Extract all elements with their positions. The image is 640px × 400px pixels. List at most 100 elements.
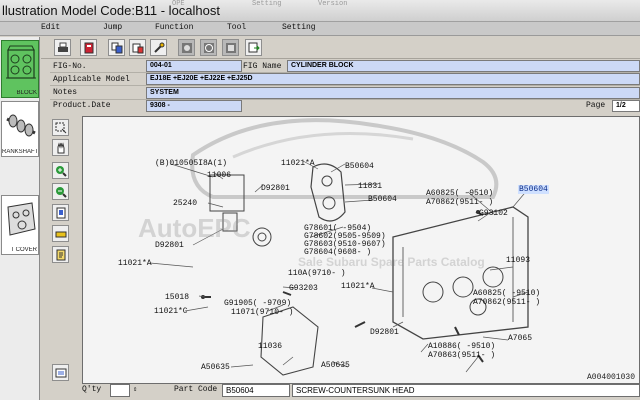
part-callout[interactable]: G78604(9608- ) (304, 248, 371, 257)
part-callout[interactable]: A70862(9511- ) (426, 198, 493, 207)
part-callout[interactable]: (B)010505I8A(1) (155, 159, 227, 168)
applicable-model-field: EJ18E +EJ20E +EJ22E +EJ25D (146, 73, 640, 85)
print-button[interactable] (54, 39, 71, 56)
part-callout[interactable]: 11831 (358, 182, 382, 191)
thumbnail-cylinder-block[interactable]: BLOCK (1, 40, 39, 98)
part-callout[interactable]: D92801 (370, 328, 399, 337)
view-zoom-icon (204, 43, 214, 53)
book-icon (84, 42, 94, 54)
part-callout[interactable]: 11021*A (118, 259, 152, 268)
toolbar (41, 37, 640, 59)
book-button[interactable] (80, 39, 97, 56)
page-field: 1/2 (612, 100, 640, 112)
application-window: llustration Model Code:B11 - localhost O… (0, 0, 640, 400)
view-full-icon (182, 43, 192, 53)
part-callout[interactable]: A50635 (201, 363, 230, 372)
history-button[interactable] (52, 364, 69, 381)
hand-pan-icon (57, 142, 65, 154)
menu-tool[interactable]: Tool (227, 23, 246, 32)
ghost-menu-item: OPE (172, 0, 185, 8)
engine-block-icon (6, 45, 36, 79)
product-date-label: Product.Date (53, 101, 111, 110)
part-callout[interactable]: A70863(9511- ) (428, 351, 495, 360)
row-divider (50, 85, 640, 86)
list-icon (132, 43, 144, 54)
zoom-in-icon (56, 166, 67, 177)
part-callout[interactable]: G93203 (289, 284, 318, 293)
quantity-label: Q'ty (82, 385, 102, 394)
quantity-spinner-icon[interactable]: ⇕ (133, 385, 137, 394)
part-callout[interactable]: 11006 (207, 171, 231, 180)
zoom-out-button[interactable] (52, 183, 69, 200)
list-button[interactable] (129, 39, 146, 56)
notes-icon (56, 249, 66, 261)
wrench-button[interactable] (150, 39, 167, 56)
part-callout[interactable]: 11093 (506, 256, 530, 265)
part-callout[interactable]: G93102 (479, 209, 508, 218)
part-callout[interactable]: 110A(9710- ) (288, 269, 346, 278)
watermark-text: Sale Subaru Spare Parts Catalog (298, 255, 485, 269)
figure-thumbnail-panel: BLOCK RANKSHAFT T COVER (0, 37, 40, 400)
menu-setting[interactable]: Setting (282, 23, 316, 32)
crankshaft-icon (6, 114, 36, 137)
thumbnail-label: T COVER (10, 247, 37, 253)
page-label: Page (586, 101, 606, 110)
part-callout[interactable]: 11071(9710- ) (231, 308, 293, 317)
part-callout[interactable]: 11021*A (341, 282, 375, 291)
menu-function[interactable]: Function (155, 23, 193, 32)
page-button[interactable] (52, 204, 69, 221)
part-callout[interactable]: 25240 (173, 199, 197, 208)
menu-bar: Edit Jump Function Tool Setting (0, 22, 640, 36)
part-callout[interactable]: A70862(9511- ) (473, 298, 540, 307)
wrench-icon (154, 42, 165, 53)
notes-button[interactable] (52, 246, 69, 263)
ghost-menu-item: Setting (252, 0, 282, 8)
view-full-button[interactable] (178, 39, 195, 56)
fig-no-field: 004-01 (146, 60, 242, 72)
part-callout[interactable]: 11021*C (154, 307, 188, 316)
applicable-model-label: Applicable Model (53, 75, 130, 84)
timing-cover-icon (7, 202, 36, 236)
part-callout[interactable]: 11021*A (281, 159, 315, 168)
part-callout[interactable]: A60825( -9510) (473, 289, 540, 298)
part-code-field[interactable]: B50604 (222, 384, 290, 397)
warning-icon (55, 231, 67, 238)
part-callout[interactable]: 15018 (165, 293, 189, 302)
export-icon (248, 42, 260, 53)
part-callout[interactable]: A7065 (508, 334, 532, 343)
notes-field: SYSTEM (146, 87, 640, 99)
part-callout[interactable]: B50604 (368, 195, 397, 204)
copy-button[interactable] (108, 39, 125, 56)
part-callout[interactable]: 11036 (258, 342, 282, 351)
part-callout[interactable]: A60825( -9510) (426, 189, 493, 198)
part-callout[interactable]: G91905( -9709) (224, 299, 291, 308)
export-button[interactable] (245, 39, 262, 56)
select-area-button[interactable] (52, 119, 69, 136)
illustration-canvas[interactable]: AutoEPC Sale Subaru Spare Parts Catalog … (82, 116, 640, 384)
part-callout[interactable]: A50635 (321, 361, 350, 370)
view-detail-button[interactable] (222, 39, 239, 56)
part-code-label: Part Code (174, 385, 218, 394)
part-detail-bar: Q'ty ⇕ Part Code B50604 SCREW-COUNTERSUN… (41, 384, 640, 400)
quantity-field[interactable] (110, 384, 130, 397)
part-callout[interactable]: B50604 (345, 162, 374, 171)
watermark-brand: AutoEPC (138, 213, 251, 243)
part-callout[interactable]: D92801 (261, 184, 290, 193)
menu-edit[interactable]: Edit (41, 23, 60, 32)
fig-name-field: CYLINDER BLOCK (287, 60, 640, 72)
thumbnail-crankshaft[interactable]: RANKSHAFT (1, 101, 39, 157)
view-zoom-button[interactable] (200, 39, 217, 56)
hand-pan-button[interactable] (52, 139, 69, 156)
view-detail-icon (226, 43, 236, 53)
fig-no-label: FIG-No. (53, 62, 87, 71)
menu-jump[interactable]: Jump (103, 23, 122, 32)
print-icon (58, 42, 68, 52)
part-callout[interactable]: D92801 (155, 241, 184, 250)
thumbnail-label: RANKSHAFT (2, 149, 38, 155)
select-area-icon (55, 122, 67, 134)
part-callout-selected[interactable]: B50604 (518, 185, 549, 194)
zoom-in-button[interactable] (52, 162, 69, 179)
part-callout[interactable]: A10886( -9510) (428, 342, 495, 351)
warning-button[interactable] (52, 225, 69, 242)
thumbnail-timing-cover[interactable]: T COVER (1, 195, 39, 255)
